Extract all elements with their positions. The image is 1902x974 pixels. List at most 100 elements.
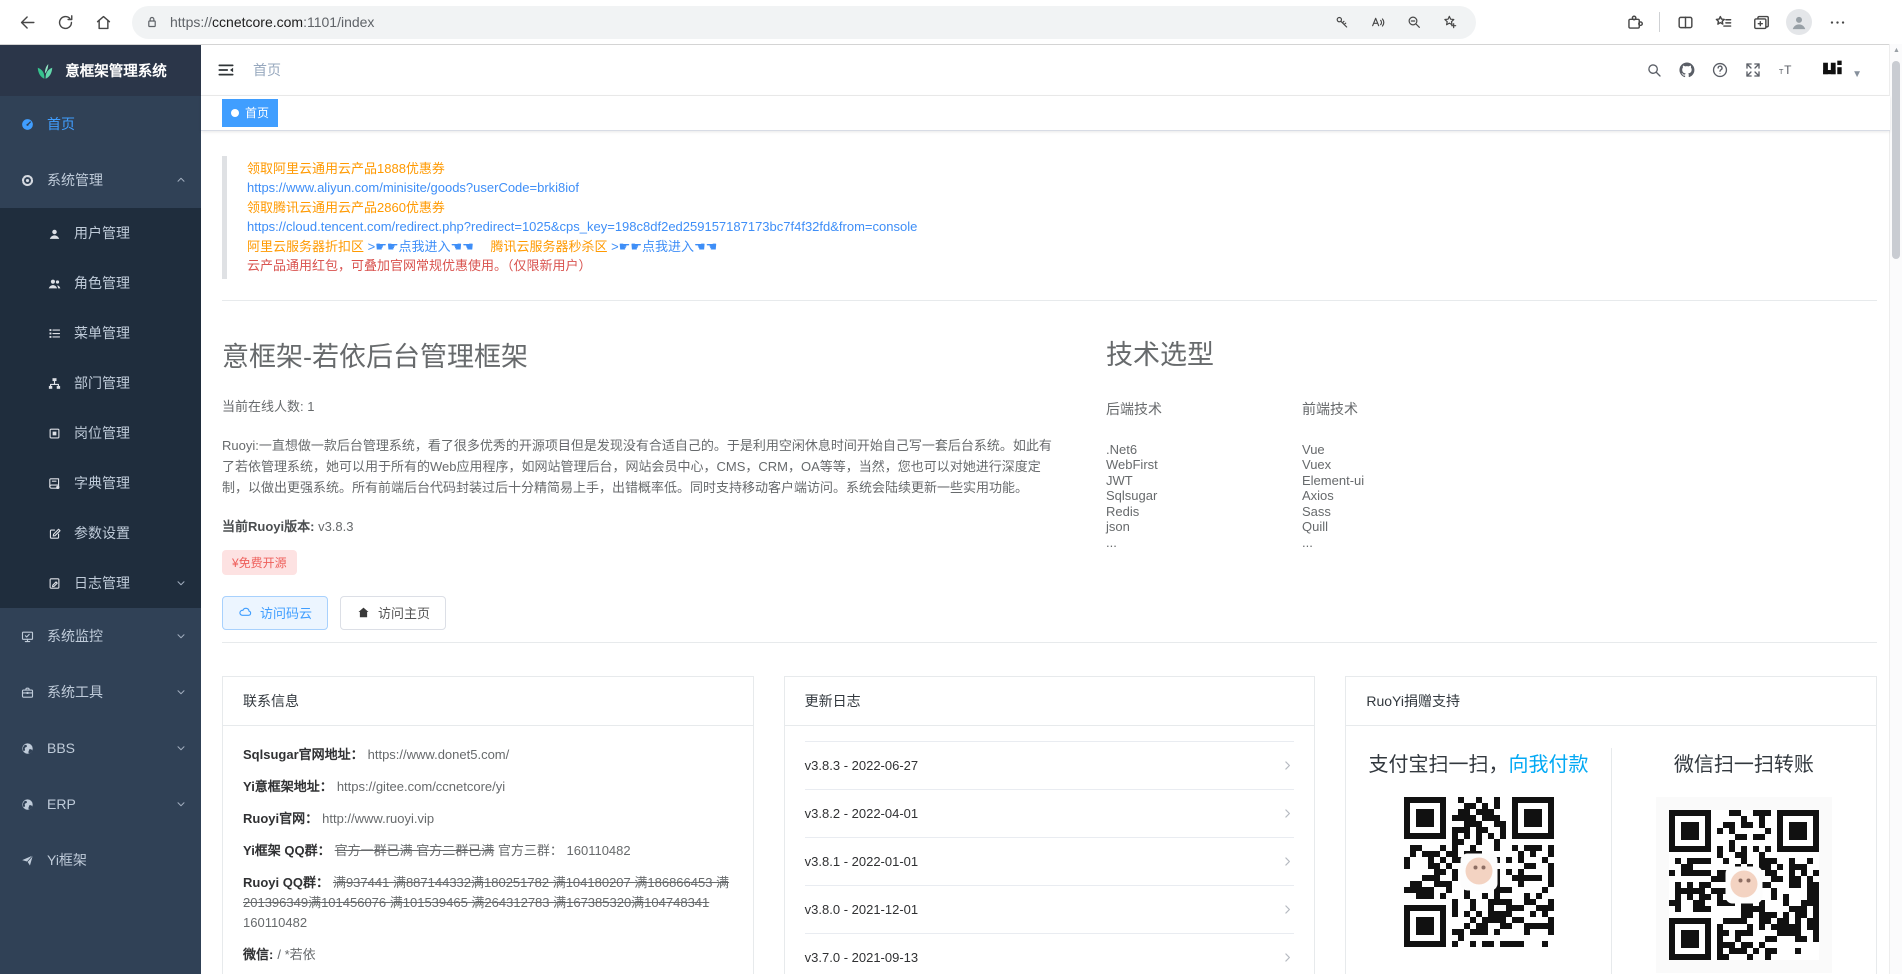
changelog-item[interactable]: v3.8.2 - 2022-04-01	[805, 790, 1295, 838]
chevron-down-icon	[175, 742, 187, 754]
notice-panel: 领取阿里云通用云产品1888优惠券 https://www.aliyun.com…	[222, 156, 1877, 301]
scrollbar-up-arrow[interactable]: ▲	[1893, 47, 1900, 54]
sidebar-item-system-management[interactable]: 系统管理	[0, 152, 201, 208]
sidebar-item-log-management[interactable]: 日志管理	[0, 558, 201, 608]
search-icon[interactable]	[1645, 61, 1663, 79]
toolbar-divider	[1659, 12, 1660, 32]
alipay-qr-code	[1404, 797, 1554, 947]
github-icon[interactable]	[1678, 61, 1696, 79]
log-icon	[47, 576, 62, 591]
user-avatar-logo[interactable]	[1820, 57, 1845, 82]
sidebar-toggle-icon[interactable]	[216, 60, 236, 80]
page-scrollbar[interactable]: ▲	[1889, 44, 1902, 974]
qr-center-avatar	[1460, 853, 1497, 890]
site-lock-icon[interactable]	[144, 14, 160, 30]
scrollbar-thumb[interactable]	[1892, 61, 1900, 259]
intro-section: 意框架-若依后台管理框架 当前在线人数: 1 Ruoyi:一直想做一款后台管理系…	[222, 319, 1062, 630]
notice-redpacket-text: 云产品通用红包，可叠加官网常规优惠使用。（仅限新用户）	[247, 256, 1857, 276]
chevron-right-icon	[1281, 903, 1294, 916]
changelog-item[interactable]: v3.8.1 - 2022-01-01	[805, 838, 1295, 886]
tab-active-dot	[231, 109, 239, 117]
notice-tencent-link[interactable]: https://cloud.tencent.com/redirect.php?r…	[247, 217, 1857, 237]
url-text[interactable]: https://ccnetcore.com:1101/index	[170, 14, 374, 30]
visit-homepage-button[interactable]: 访问主页	[340, 596, 446, 630]
sidebar-item-dept-management[interactable]: 部门管理	[0, 358, 201, 408]
browser-menu-icon[interactable]	[1820, 5, 1854, 39]
tab-home[interactable]: 首页	[222, 99, 278, 127]
fullscreen-icon[interactable]	[1744, 61, 1762, 79]
add-favorite-icon[interactable]	[1436, 8, 1464, 36]
visit-gitee-button[interactable]: 访问码云	[222, 596, 328, 630]
bing-chat-icon[interactable]	[1858, 5, 1892, 39]
tags-view-bar: 首页	[201, 96, 1890, 131]
contact-row: 微信:/ *若依	[243, 945, 733, 965]
notice-aliyun-link[interactable]: https://www.aliyun.com/minisite/goods?us…	[247, 178, 1857, 198]
browser-profile-avatar[interactable]	[1782, 5, 1816, 39]
chevron-down-icon	[175, 798, 187, 810]
app-logo: 意框架管理系统	[0, 45, 201, 96]
collections-icon[interactable]	[1744, 5, 1778, 39]
contact-card: 联系信息 Sqlsugar官网地址：https://www.donet5.com…	[222, 676, 754, 974]
sidebar-item-bbs[interactable]: BBS	[0, 720, 201, 776]
sidebar-item-menu-management[interactable]: 菜单管理	[0, 308, 201, 358]
notice-tencent-coupon-text: 领取腾讯云通用云产品2860优惠券	[247, 198, 1857, 218]
sidebar-item-home[interactable]: 首页	[0, 96, 201, 152]
home-icon	[356, 605, 371, 620]
org-tree-icon	[47, 376, 62, 391]
browser-refresh-button[interactable]	[48, 5, 82, 39]
backend-tech-column: 后端技术 .Net6 WebFirst JWT Sqlsugar Redis j…	[1106, 399, 1302, 551]
chevron-down-icon	[175, 686, 187, 698]
wechat-qr-code	[1656, 797, 1832, 973]
sidebar-item-yi-framework[interactable]: Yi框架	[0, 832, 201, 888]
sidebar-item-erp[interactable]: ERP	[0, 776, 201, 832]
donation-card-title: RuoYi捐赠支持	[1346, 677, 1876, 726]
contact-card-title: 联系信息	[223, 677, 753, 726]
sidebar-item-role-management[interactable]: 角色管理	[0, 258, 201, 308]
sidebar-item-param-settings[interactable]: 参数设置	[0, 508, 201, 558]
online-count: 1	[307, 399, 314, 414]
password-key-icon[interactable]	[1328, 8, 1356, 36]
sidebar-item-system-monitor[interactable]: 系统监控	[0, 608, 201, 664]
aliyun-enter-link[interactable]: >☛☛点我进入☚☚	[368, 239, 474, 254]
backend-label: 后端技术	[1106, 399, 1302, 419]
notice-aliyun-coupon-text: 领取阿里云通用云产品1888优惠券	[247, 159, 1857, 179]
paper-plane-icon	[20, 853, 35, 868]
sidebar-item-system-tools[interactable]: 系统工具	[0, 664, 201, 720]
help-icon[interactable]	[1711, 61, 1729, 79]
split-screen-icon[interactable]	[1668, 5, 1702, 39]
contact-row: Sqlsugar官网地址：https://www.donet5.com/	[243, 745, 733, 765]
tech-stack-section: 技术选型 后端技术 .Net6 WebFirst JWT Sqlsugar Re…	[1106, 319, 1498, 630]
contact-row: Yi意框架地址：https://gitee.com/ccnetcore/yi	[243, 777, 733, 797]
changelog-item[interactable]: v3.8.0 - 2021-12-01	[805, 886, 1295, 934]
browser-back-button[interactable]	[10, 5, 44, 39]
breadcrumb[interactable]: 首页	[253, 60, 281, 80]
extensions-icon[interactable]	[1617, 5, 1651, 39]
chevron-right-icon	[1281, 807, 1294, 820]
leaf-logo-icon	[34, 60, 56, 82]
sidebar-item-dict-management[interactable]: 字典管理	[0, 458, 201, 508]
zoom-out-icon[interactable]	[1400, 8, 1428, 36]
free-open-source-badge: ¥免费开源	[222, 550, 297, 575]
changelog-card: 更新日志 v3.8.3 - 2022-06-27 v3.8.2 - 2022-0…	[784, 676, 1316, 974]
menu-tree-icon	[47, 326, 62, 341]
favorites-icon[interactable]	[1706, 5, 1740, 39]
browser-home-button[interactable]	[86, 5, 120, 39]
browser-toolbar: https://ccnetcore.com:1101/index	[0, 0, 1902, 45]
pay-me-link[interactable]: 向我付款	[1509, 754, 1589, 776]
changelog-item[interactable]: v3.8.3 - 2022-06-27	[805, 742, 1295, 790]
chevron-right-icon	[1281, 759, 1294, 772]
version-line: 当前Ruoyi版本: v3.8.3	[222, 516, 1062, 535]
font-size-icon[interactable]	[1777, 61, 1795, 79]
main-content: 领取阿里云通用云产品1888优惠券 https://www.aliyun.com…	[201, 131, 1890, 974]
online-count-line: 当前在线人数: 1	[222, 396, 1062, 415]
sidebar-item-user-management[interactable]: 用户管理	[0, 208, 201, 258]
chevron-down-icon	[175, 630, 187, 642]
avatar-dropdown-caret[interactable]: ▼	[1852, 69, 1862, 80]
sidebar-item-post-management[interactable]: 岗位管理	[0, 408, 201, 458]
changelog-item[interactable]: v3.7.0 - 2021-09-13	[805, 934, 1295, 974]
address-bar[interactable]: https://ccnetcore.com:1101/index	[132, 6, 1476, 39]
tencent-enter-link[interactable]: >☛☛点我进入☚☚	[611, 239, 717, 254]
read-aloud-icon[interactable]	[1364, 8, 1392, 36]
sidebar: 意框架管理系统 首页 系统管理 用户管理 角色管理 菜单管理 部门管理 岗位管理…	[0, 45, 201, 974]
chevron-right-icon	[1281, 855, 1294, 868]
